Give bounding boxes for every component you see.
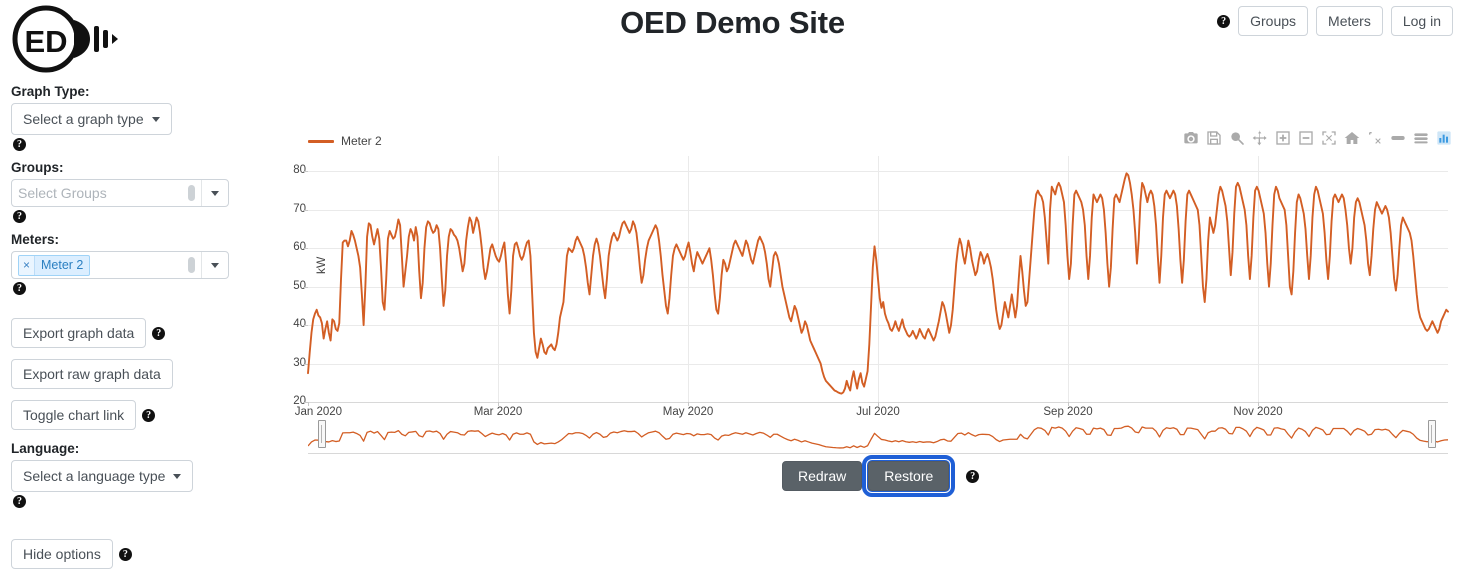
plotly-modebar [1183,130,1452,146]
y-tick-label: 40 [293,318,306,331]
hover-closest-icon[interactable] [1390,130,1406,146]
export-graph-data-button[interactable]: Export graph data [11,318,147,348]
plot-area[interactable]: kW 20 30 40 50 60 70 80 Jan 2020 Mar 2020 May 20… [293,156,1449,418]
export-raw-graph-data-button[interactable]: Export raw graph data [11,359,173,389]
groups-label: Groups: [11,160,64,175]
range-slider-handle-left[interactable] [318,420,326,448]
x-tick-label: Sep 2020 [1043,406,1093,418]
zoom-in-icon[interactable] [1275,130,1291,146]
groups-nav-button[interactable]: Groups [1238,6,1309,36]
x-tick-label: Jul 2020 [856,406,900,418]
hover-compare-icon[interactable] [1413,130,1429,146]
y-tick-label: 60 [293,241,306,254]
export-raw-graph-data-row: Export raw graph data [11,359,173,389]
toggle-chart-link-row: Toggle chart link ? [11,400,156,430]
y-tick-label: 50 [293,279,306,292]
zoom-icon[interactable] [1229,130,1245,146]
pan-icon[interactable] [1252,130,1268,146]
hide-options-button[interactable]: Hide options [11,539,113,569]
meter-2-line-trace [307,172,1449,395]
groups-help-icon[interactable]: ? [13,210,26,224]
restore-button[interactable]: Restore [862,455,956,497]
save-disk-icon[interactable] [1206,130,1222,146]
remove-meter-icon[interactable]: × [19,255,35,275]
home-reset-icon[interactable] [1344,130,1360,146]
graph-type-selected-value: Select a graph type [23,111,144,127]
groups-select-controls [188,180,228,206]
header-help-icon[interactable]: ? [1217,14,1231,28]
oed-app-window: ED OED Demo Site ? Groups Meters Log in … [0,0,1465,569]
meters-label: Meters: [11,232,60,247]
y-tick-label: 80 [293,164,306,177]
meters-chevron-down-icon[interactable] [202,262,228,268]
range-slider-handle-right[interactable] [1428,420,1436,448]
graph-type-dropdown[interactable]: Select a graph type [11,103,172,135]
y-tick-label: 70 [293,202,306,215]
zoom-out-icon[interactable] [1298,130,1314,146]
x-tick-mark [1258,402,1259,406]
x-tick-mark [878,402,879,406]
graph-container: Meter 2 kW 20 30 40 50 60 70 80 Jan 2020 Mar 20… [262,126,1457,466]
y-tick-label: 30 [293,356,306,369]
redraw-button[interactable]: Redraw [782,461,863,491]
x-tick-mark [688,402,689,406]
chart-actions-help-icon[interactable]: ? [966,469,980,483]
export-graph-data-row: Export graph data ? [11,318,166,348]
toggle-chart-link-help-icon[interactable]: ? [142,408,156,422]
hide-options-help-icon[interactable]: ? [118,547,132,561]
groups-chevron-down-icon[interactable] [202,190,228,196]
meter-tag: × Meter 2 [18,254,91,276]
x-tick-label: Mar 2020 [473,406,523,418]
language-chevron-down-icon [173,473,182,479]
language-help-icon[interactable]: ? [13,495,26,509]
x-tick-mark [1068,402,1069,406]
meters-help-icon[interactable]: ? [13,282,26,296]
x-tick-mark [308,402,309,406]
chart-action-buttons: Redraw Restore ? [782,455,980,497]
x-tick-label: Nov 2020 [1233,406,1283,418]
clear-indicator-icon[interactable] [188,185,195,201]
options-panel: Graph Type: Select a graph type ? Groups… [11,84,251,580]
groups-placeholder: Select Groups [18,185,107,201]
plotly-logo-icon[interactable] [1436,130,1452,146]
language-dropdown[interactable]: Select a language type [11,460,194,492]
legend-color-swatch [308,139,334,143]
meters-select[interactable]: × Meter 2 [11,251,229,279]
language-selected-value: Select a language type [23,468,166,484]
legend-label: Meter 2 [341,134,382,148]
chart-legend[interactable]: Meter 2 [308,134,382,148]
language-label: Language: [11,441,80,456]
hide-options-row: Hide options ? [11,539,132,569]
meters-select-controls [188,252,228,278]
graph-type-help-icon[interactable]: ? [13,138,26,152]
x-tick-label: Jan 2020 [294,406,343,418]
chevron-down-icon [151,116,160,122]
groups-select[interactable]: Select Groups [11,179,229,207]
autoscale-icon[interactable] [1321,130,1337,146]
range-slider-trace [308,425,1448,449]
toggle-chart-link-button[interactable]: Toggle chart link [11,400,137,430]
export-graph-data-help-icon[interactable]: ? [152,326,166,340]
meters-clear-indicator-icon[interactable] [188,257,195,273]
graph-type-label: Graph Type: [11,84,90,99]
meters-nav-button[interactable]: Meters [1316,6,1383,36]
header-actions: ? Groups Meters Log in [1217,6,1453,36]
x-tick-label: May 2020 [662,406,714,418]
range-slider[interactable] [308,418,1448,454]
spike-lines-icon[interactable] [1367,130,1383,146]
meter-tag-label: Meter 2 [41,257,84,272]
x-tick-mark [498,402,499,406]
login-button[interactable]: Log in [1390,6,1453,36]
camera-icon[interactable] [1183,130,1199,146]
